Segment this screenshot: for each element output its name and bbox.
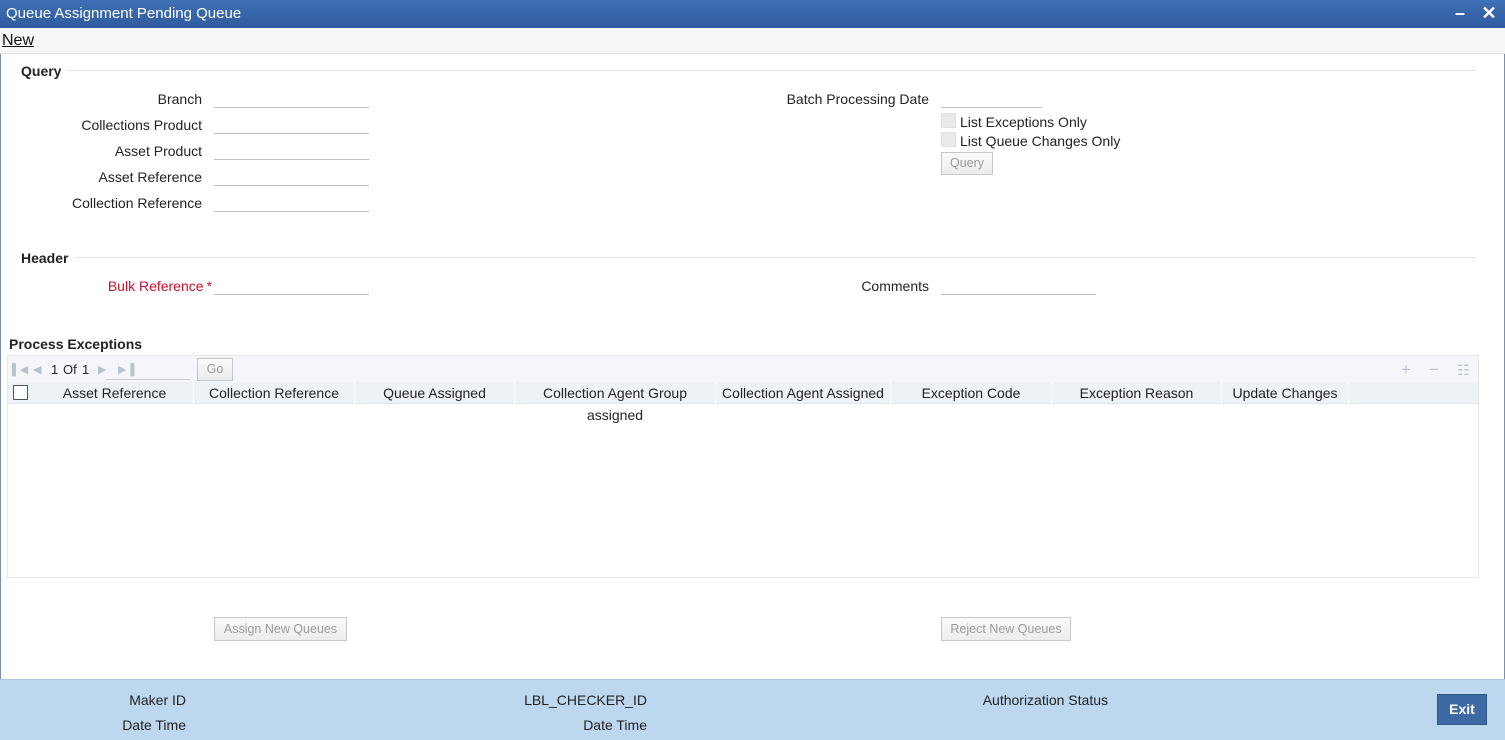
batch-processing-date-input[interactable] — [941, 88, 1042, 108]
delete-row-icon[interactable]: − — [1429, 360, 1439, 380]
title-bar: Queue Assignment Pending Queue – ✕ — [0, 0, 1505, 28]
new-link[interactable]: New — [2, 32, 34, 50]
col-collection-agent-group[interactable]: Collection Agent Group assigned — [515, 382, 716, 423]
bulk-reference-label: Bulk Reference * — [107, 278, 212, 294]
list-queue-changes-checkbox[interactable] — [941, 132, 956, 147]
menu-bar: New — [0, 28, 1505, 54]
select-all-checkbox[interactable] — [13, 385, 28, 400]
reject-new-queues-button[interactable]: Reject New Queues — [941, 617, 1071, 641]
col-collection-agent-assigned[interactable]: Collection Agent Assigned — [716, 382, 891, 404]
query-section-divider — [66, 70, 1476, 71]
authorization-status-label: Authorization Status — [982, 692, 1108, 708]
header-section-divider — [74, 257, 1476, 258]
process-exceptions-title: Process Exceptions — [9, 336, 143, 352]
maker-id-label: Maker ID — [129, 692, 186, 708]
add-row-icon[interactable]: + — [1401, 360, 1411, 380]
col-exception-reason[interactable]: Exception Reason — [1052, 382, 1222, 404]
window-title: Queue Assignment Pending Queue — [6, 5, 242, 22]
collection-reference-input[interactable] — [214, 192, 369, 212]
maker-datetime-label: Date Time — [122, 717, 186, 733]
list-exceptions-checkbox[interactable] — [941, 113, 956, 128]
collections-product-label: Collections Product — [81, 117, 202, 133]
col-asset-reference[interactable]: Asset Reference — [36, 382, 194, 404]
col-exception-code[interactable]: Exception Code — [891, 382, 1052, 404]
pager-of-label: Of — [63, 362, 77, 377]
exceptions-grid: ▌◀ ◀ 1 Of 1 ▶ ▶▐ Go + − ☷ Asset Referenc… — [7, 355, 1479, 578]
query-button[interactable]: Query — [941, 152, 993, 175]
asset-reference-label: Asset Reference — [98, 169, 203, 185]
exit-button[interactable]: Exit — [1437, 694, 1487, 725]
asset-product-input[interactable] — [214, 140, 369, 160]
branch-label: Branch — [157, 91, 202, 107]
collections-product-input[interactable] — [214, 114, 369, 134]
go-button[interactable]: Go — [197, 358, 233, 381]
branch-input[interactable] — [214, 88, 369, 108]
footer-bar: Maker ID Date Time LBL_CHECKER_ID Date T… — [0, 679, 1505, 740]
assign-new-queues-button[interactable]: Assign New Queues — [214, 617, 347, 641]
asset-product-label: Asset Product — [114, 143, 202, 159]
col-update-changes[interactable]: Update Changes — [1222, 382, 1349, 404]
first-page-icon[interactable]: ▌◀ — [12, 363, 28, 376]
comments-input[interactable] — [941, 275, 1096, 295]
query-section-title: Query — [21, 63, 62, 79]
prev-page-icon[interactable]: ◀ — [33, 363, 41, 376]
bulk-reference-input[interactable] — [214, 275, 369, 295]
collection-reference-label: Collection Reference — [72, 195, 202, 211]
close-icon[interactable]: ✕ — [1479, 3, 1499, 23]
asset-reference-input[interactable] — [214, 166, 369, 186]
pager-total: 1 — [82, 362, 90, 377]
grid-header-row: Asset Reference Collection Reference Que… — [8, 382, 1478, 423]
pager-current: 1 — [51, 362, 59, 377]
checker-id-label: LBL_CHECKER_ID — [524, 692, 647, 708]
grid-toolbar: ▌◀ ◀ 1 Of 1 ▶ ▶▐ Go + − ☷ — [8, 356, 1478, 382]
comments-label: Comments — [861, 278, 929, 294]
col-queue-assigned[interactable]: Queue Assigned — [355, 382, 515, 404]
list-exceptions-label: List Exceptions Only — [960, 114, 1087, 130]
minimize-icon[interactable]: – — [1450, 3, 1470, 23]
batch-processing-date-label: Batch Processing Date — [786, 91, 929, 107]
header-section-title: Header — [21, 250, 69, 266]
page-number-input[interactable] — [106, 360, 190, 380]
required-marker: * — [206, 278, 212, 294]
single-view-icon[interactable]: ☷ — [1457, 362, 1470, 379]
list-queue-changes-label: List Queue Changes Only — [960, 133, 1121, 149]
col-collection-reference[interactable]: Collection Reference — [194, 382, 355, 404]
checker-datetime-label: Date Time — [583, 717, 647, 733]
